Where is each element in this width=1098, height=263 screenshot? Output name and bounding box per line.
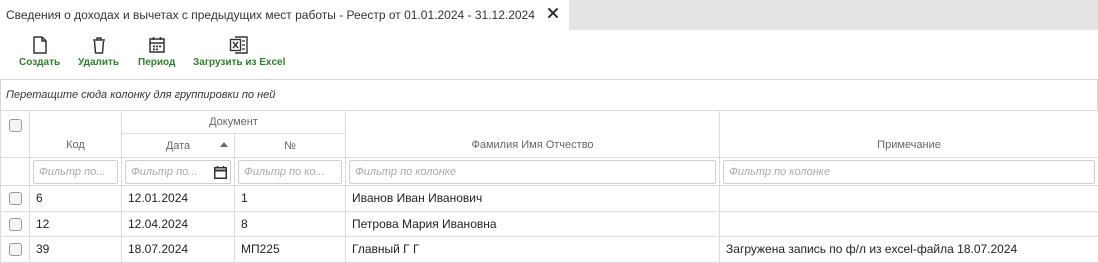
cell-date: 12.04.2024 <box>122 211 235 237</box>
filter-fio-input[interactable]: Фильтр по колонке <box>349 160 716 184</box>
row-checkbox[interactable] <box>9 192 22 205</box>
cell-number: МП225 <box>235 237 346 263</box>
filter-date-input[interactable]: Фильтр по... <box>125 160 231 184</box>
period-label: Период <box>138 57 175 68</box>
column-header-note[interactable]: Примечание <box>720 111 1098 158</box>
trash-icon <box>92 36 106 54</box>
filter-row-spacer <box>1 158 30 186</box>
cell-note <box>720 186 1098 212</box>
create-label: Создать <box>19 57 60 68</box>
excel-icon <box>229 36 249 54</box>
calendar-icon <box>149 36 165 54</box>
period-button[interactable]: Период <box>138 36 175 68</box>
group-panel[interactable]: Перетащите сюда колонку для группировки … <box>0 80 1098 110</box>
column-header-code[interactable]: Код <box>30 111 122 158</box>
column-group-document: Документ <box>122 111 346 134</box>
table-row[interactable]: 39 18.07.2024 МП225 Главный Г Г Загружен… <box>1 237 1098 263</box>
cell-number: 1 <box>235 186 346 212</box>
toolbar: Создать Удалить Период Загрузить из Exce… <box>0 30 1098 78</box>
calendar-icon[interactable] <box>214 166 227 182</box>
filter-date-placeholder: Фильтр по... <box>131 166 197 178</box>
cell-code: 12 <box>30 211 122 237</box>
cell-code: 39 <box>30 237 122 263</box>
data-grid: Перетащите сюда колонку для группировки … <box>0 79 1098 262</box>
row-checkbox[interactable] <box>9 218 22 231</box>
import-excel-label: Загрузить из Excel <box>193 57 285 68</box>
cell-fio: Иванов Иван Иванович <box>346 186 720 212</box>
filter-number-input[interactable]: Фильтр по ко... <box>238 160 342 184</box>
cell-date: 18.07.2024 <box>122 237 235 263</box>
column-header-number[interactable]: № <box>235 134 346 158</box>
grid-table: Код Документ Фамилия Имя Отчество Примеч… <box>0 110 1098 263</box>
row-checkbox[interactable] <box>9 243 22 256</box>
cell-fio: Петрова Мария Ивановна <box>346 211 720 237</box>
tab-title: Сведения о доходах и вычетах с предыдущи… <box>6 8 535 22</box>
tab-registry[interactable]: Сведения о доходах и вычетах с предыдущи… <box>0 0 569 30</box>
column-header-date-label: Дата <box>166 140 190 152</box>
table-row[interactable]: 12 12.04.2024 8 Петрова Мария Ивановна <box>1 211 1098 237</box>
table-row[interactable]: 6 12.01.2024 1 Иванов Иван Иванович <box>1 186 1098 212</box>
cell-note: Загружена запись по ф/л из excel-файла 1… <box>720 237 1098 263</box>
create-button[interactable]: Создать <box>19 36 60 68</box>
delete-button[interactable]: Удалить <box>78 36 119 68</box>
new-document-icon <box>32 36 48 54</box>
column-header-fio[interactable]: Фамилия Имя Отчество <box>346 111 720 158</box>
cell-fio: Главный Г Г <box>346 237 720 263</box>
filter-note-input[interactable]: Фильтр по колонке <box>723 160 1095 184</box>
import-excel-button[interactable]: Загрузить из Excel <box>193 36 285 68</box>
tab-strip: Сведения о доходах и вычетах с предыдущи… <box>0 0 1098 30</box>
cell-number: 8 <box>235 211 346 237</box>
close-icon[interactable] <box>546 6 560 20</box>
cell-code: 6 <box>30 186 122 212</box>
filter-code-input[interactable]: Фильтр по... <box>33 160 118 184</box>
column-header-date[interactable]: Дата <box>122 134 235 158</box>
select-all-checkbox[interactable] <box>9 119 22 132</box>
cell-date: 12.01.2024 <box>122 186 235 212</box>
sort-ascending-icon <box>220 142 228 147</box>
cell-note <box>720 211 1098 237</box>
select-all-cell <box>1 111 30 158</box>
delete-label: Удалить <box>78 57 119 68</box>
